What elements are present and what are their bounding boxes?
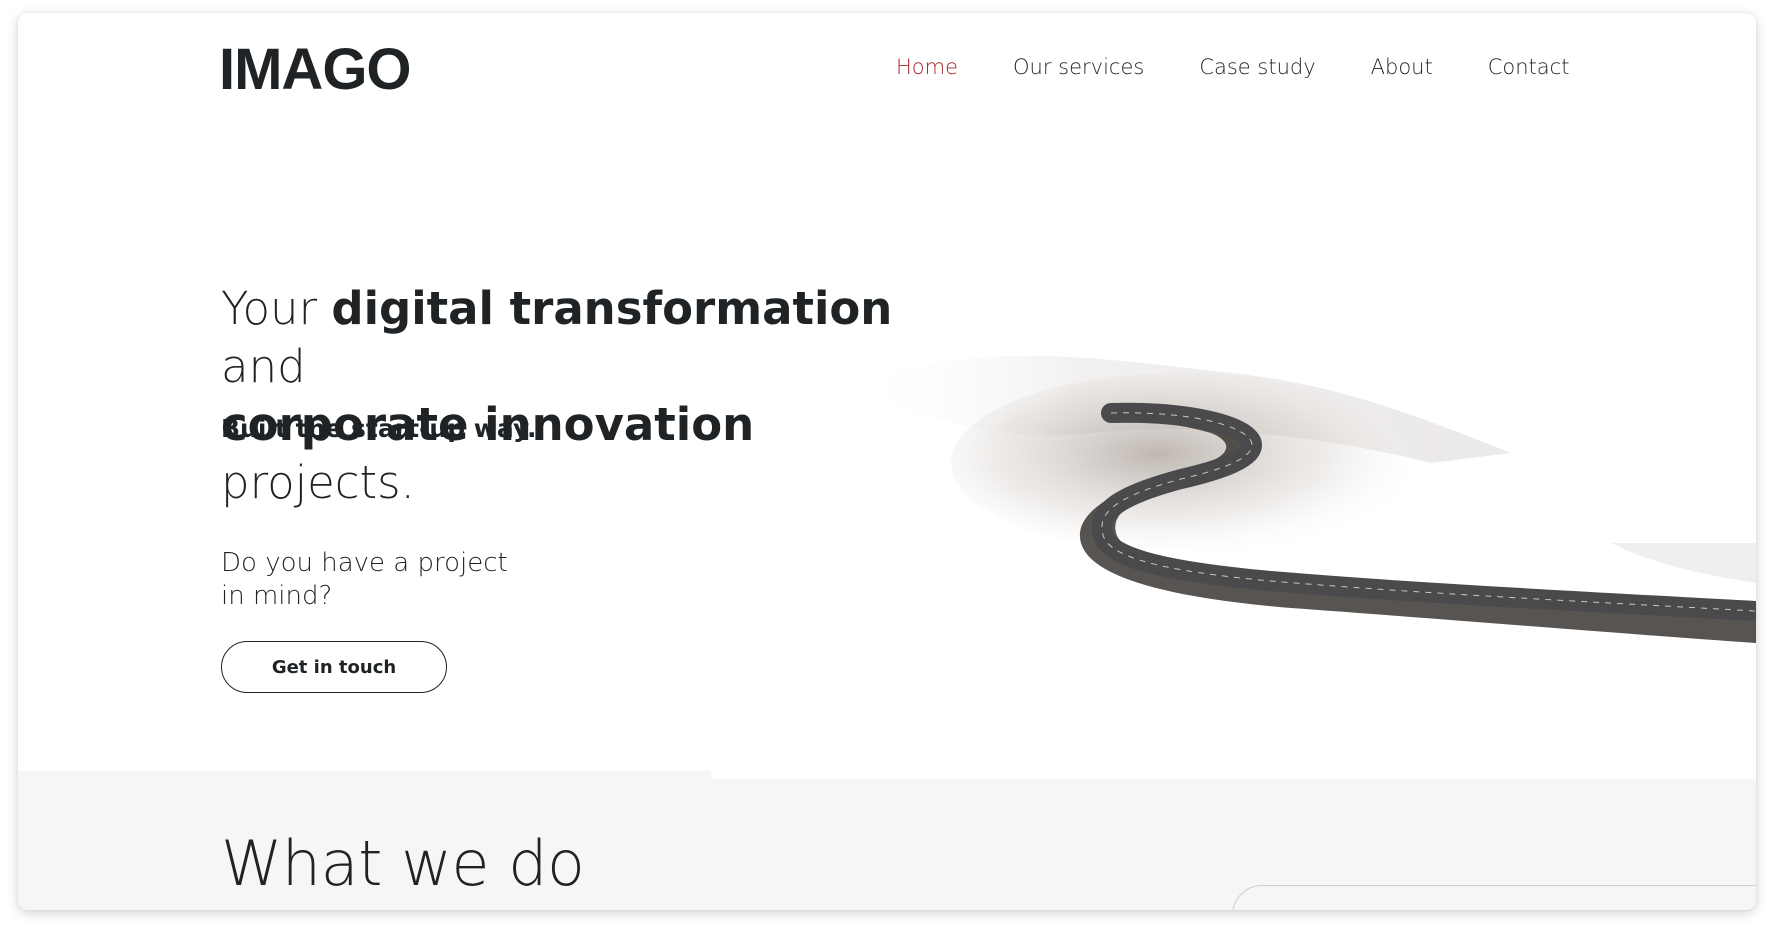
get-in-touch-button[interactable]: Get in touch	[221, 641, 447, 693]
hero-headline-text-1: Your	[221, 282, 332, 335]
service-card	[1232, 885, 1756, 910]
nav-case-study[interactable]: Case study	[1199, 55, 1315, 79]
nav-about[interactable]: About	[1371, 55, 1433, 79]
hero-headline: Your digital transformation and corporat…	[221, 280, 921, 512]
hero-tagline: Built the start-up way.	[221, 414, 537, 443]
hero-headline-text-3: projects.	[221, 456, 415, 509]
nav-home[interactable]: Home	[896, 55, 958, 79]
site-logo[interactable]: IMAGO	[219, 41, 412, 99]
hero-headline-bold-1: digital transformation	[331, 282, 893, 335]
browser-window: IMAGO Home Our services Case study About…	[18, 13, 1756, 910]
section-title: What we do	[221, 827, 585, 900]
nav-our-services[interactable]: Our services	[1013, 55, 1144, 79]
project-question-line-1: Do you have a project	[221, 548, 508, 578]
main-nav: Home Our services Case study About Conta…	[896, 55, 1624, 79]
nav-contact[interactable]: Contact	[1488, 55, 1570, 79]
hero-headline-text-2: and	[221, 340, 306, 393]
project-question-line-2: in mind?	[221, 581, 333, 611]
project-question: Do you have a project in mind?	[221, 547, 521, 613]
